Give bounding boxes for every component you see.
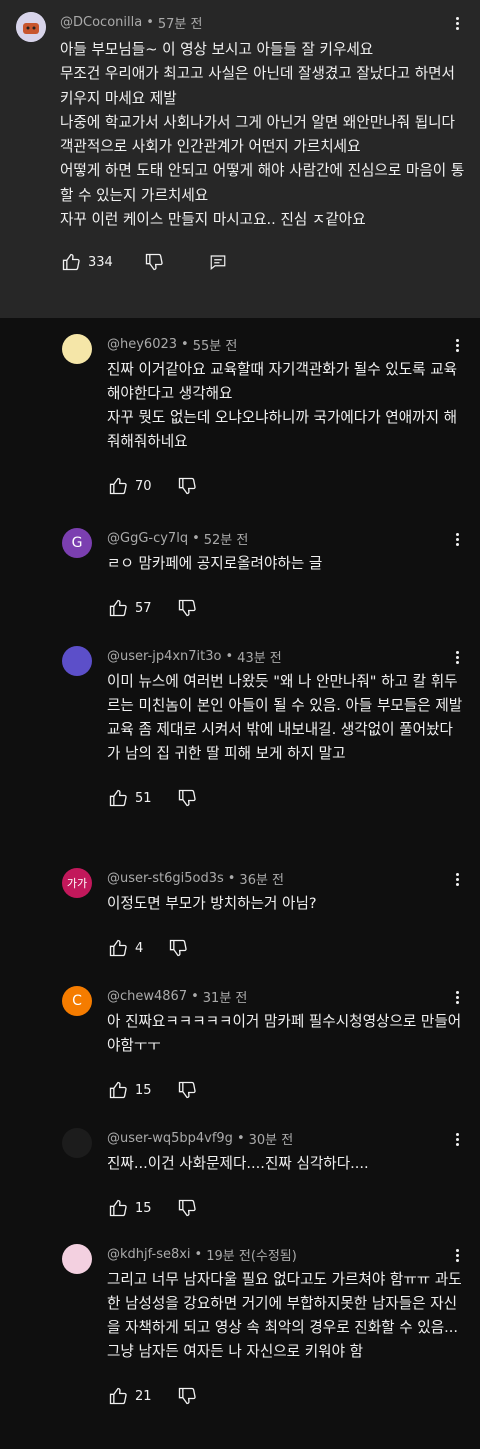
meta-separator: • <box>146 14 154 30</box>
comment-author[interactable]: @chew4867 <box>107 989 187 1004</box>
comment-author[interactable]: @DCoconilla <box>60 15 142 30</box>
comment-author[interactable]: @kdhjf-se8xi <box>107 1247 191 1262</box>
like-count: 57 <box>135 600 152 616</box>
like-count: 21 <box>135 1388 152 1404</box>
comment-time: 52분 전 <box>203 532 249 548</box>
reply-comment: @kdhjf-se8xi • 19분 전(수정됨) 그리고 너무 남자다울 필요… <box>0 1244 480 1408</box>
reply-icon[interactable] <box>207 251 229 273</box>
thumbs-down-icon[interactable] <box>176 1079 198 1101</box>
reply-comment: @user-jp4xn7it3o • 43분 전 이미 뉴스에 여러번 나왔듯 … <box>0 646 480 810</box>
thumbs-down-icon[interactable] <box>176 597 198 619</box>
comment-time: 19분 전(수정됨) <box>206 1248 297 1264</box>
more-vert-icon[interactable] <box>448 1131 466 1146</box>
meta-separator: • <box>225 648 234 664</box>
more-vert-icon[interactable] <box>448 337 466 352</box>
reply-comment: C @chew4867 • 31분 전 아 진짜요ㅋㅋㅋㅋㅋ이거 맘카페 필수시… <box>0 986 480 1102</box>
thumbs-down-icon[interactable] <box>176 475 198 497</box>
comment-author[interactable]: @user-st6gi5od3s <box>107 871 224 886</box>
meta-separator: • <box>181 336 189 352</box>
like-count: 4 <box>135 940 144 956</box>
meta-separator: • <box>191 988 199 1004</box>
thumbs-up-icon[interactable] <box>107 475 129 497</box>
avatar-letter: 가가 <box>66 877 88 890</box>
thumbs-up-icon[interactable] <box>60 251 82 273</box>
thumbs-up-icon[interactable] <box>107 597 129 619</box>
thumbs-up-icon[interactable] <box>107 1079 129 1101</box>
thumbs-down-icon[interactable] <box>176 787 198 809</box>
comment-text: 진짜 이거같아요 교육할때 자기객관화가 될수 있도록 교육해야한다고 생각해요… <box>107 361 458 450</box>
comment-text: 이미 뉴스에 여러번 나왔듯 "왜 나 안만나줘" 하고 칼 휘두르는 미친놈이… <box>107 673 467 762</box>
avatar[interactable]: G <box>62 528 92 558</box>
reply-comment: @hey6023 • 55분 전 진짜 이거같아요 교육할때 자기객관화가 될수… <box>0 334 480 498</box>
more-vert-icon[interactable] <box>448 649 466 664</box>
comment-text: 아 진짜요ㅋㅋㅋㅋㅋ이거 맘카페 필수시청영상으로 만들어야함ㅜㅜ <box>107 1013 462 1054</box>
comment-time: 57분 전 <box>157 16 203 32</box>
meta-separator: • <box>194 1246 203 1262</box>
more-vert-icon[interactable] <box>448 871 466 886</box>
like-count: 334 <box>88 254 113 270</box>
comment-time: 43분 전 <box>237 650 282 666</box>
thumbs-up-icon[interactable] <box>107 787 129 809</box>
more-vert-icon[interactable] <box>448 531 466 546</box>
comment-time: 30분 전 <box>248 1132 294 1148</box>
meta-separator: • <box>236 1130 245 1146</box>
more-vert-icon[interactable] <box>448 15 466 30</box>
avatar[interactable] <box>62 1128 92 1158</box>
comment-text: 진짜...이건 사화문제다....진짜 심각하다.... <box>107 1155 369 1172</box>
like-count: 15 <box>135 1200 152 1216</box>
like-count: 51 <box>135 790 152 806</box>
more-vert-icon[interactable] <box>448 1247 466 1262</box>
avatar[interactable]: C <box>62 986 92 1016</box>
avatar[interactable]: 가가 <box>62 868 92 898</box>
comment-text: 아들 부모님들~ 이 영상 보시고 아들들 잘 키우세요 무조건 우리애가 최고… <box>60 41 465 229</box>
thumbs-down-icon[interactable] <box>167 937 189 959</box>
thumbs-down-icon[interactable] <box>176 1385 198 1407</box>
avatar[interactable] <box>62 334 92 364</box>
comment-text: 이정도면 부모가 방치하는거 아님? <box>107 895 317 912</box>
thumbs-up-icon[interactable] <box>107 937 129 959</box>
comment-text: ㄹㅇ 맘카페에 공지로올려야하는 글 <box>107 555 323 572</box>
top-comment: @DCoconilla • 57분 전 아들 부모님들~ 이 영상 보시고 아들… <box>0 0 480 318</box>
like-count: 15 <box>135 1082 152 1098</box>
comment-text: 그리고 너무 남자다울 필요 없다고도 가르쳐야 함ㅠㅠ 과도한 남성성을 강요… <box>107 1271 463 1360</box>
meta-separator: • <box>227 870 236 886</box>
avatar[interactable] <box>62 646 92 676</box>
comment-time: 55분 전 <box>192 338 238 354</box>
comment-author[interactable]: @hey6023 <box>107 337 177 352</box>
thumbs-down-icon[interactable] <box>176 1197 198 1219</box>
thumbs-up-icon[interactable] <box>107 1197 129 1219</box>
meta-separator: • <box>192 530 200 546</box>
reply-comment: G @GgG-cy7lq • 52분 전 ㄹㅇ 맘카페에 공지로올려야하는 글 … <box>0 528 480 620</box>
reply-comment: @user-wq5bp4vf9g • 30분 전 진짜...이건 사화문제다..… <box>0 1128 480 1220</box>
reply-comment: 가가 @user-st6gi5od3s • 36분 전 이정도면 부모가 방치하… <box>0 868 480 960</box>
avatar-image-icon <box>16 12 46 42</box>
thumbs-down-icon[interactable] <box>143 251 165 273</box>
comment-author[interactable]: @user-wq5bp4vf9g <box>107 1131 233 1146</box>
like-count: 70 <box>135 478 152 494</box>
comment-time: 36분 전 <box>239 872 285 888</box>
avatar-letter: C <box>72 993 82 1009</box>
avatar-letter: G <box>71 535 83 551</box>
comment-author[interactable]: @user-jp4xn7it3o <box>107 649 222 664</box>
avatar[interactable] <box>16 12 46 42</box>
thumbs-up-icon[interactable] <box>107 1385 129 1407</box>
more-vert-icon[interactable] <box>448 989 466 1004</box>
comment-time: 31분 전 <box>202 990 248 1006</box>
comment-author[interactable]: @GgG-cy7lq <box>107 531 188 546</box>
avatar[interactable] <box>62 1244 92 1274</box>
